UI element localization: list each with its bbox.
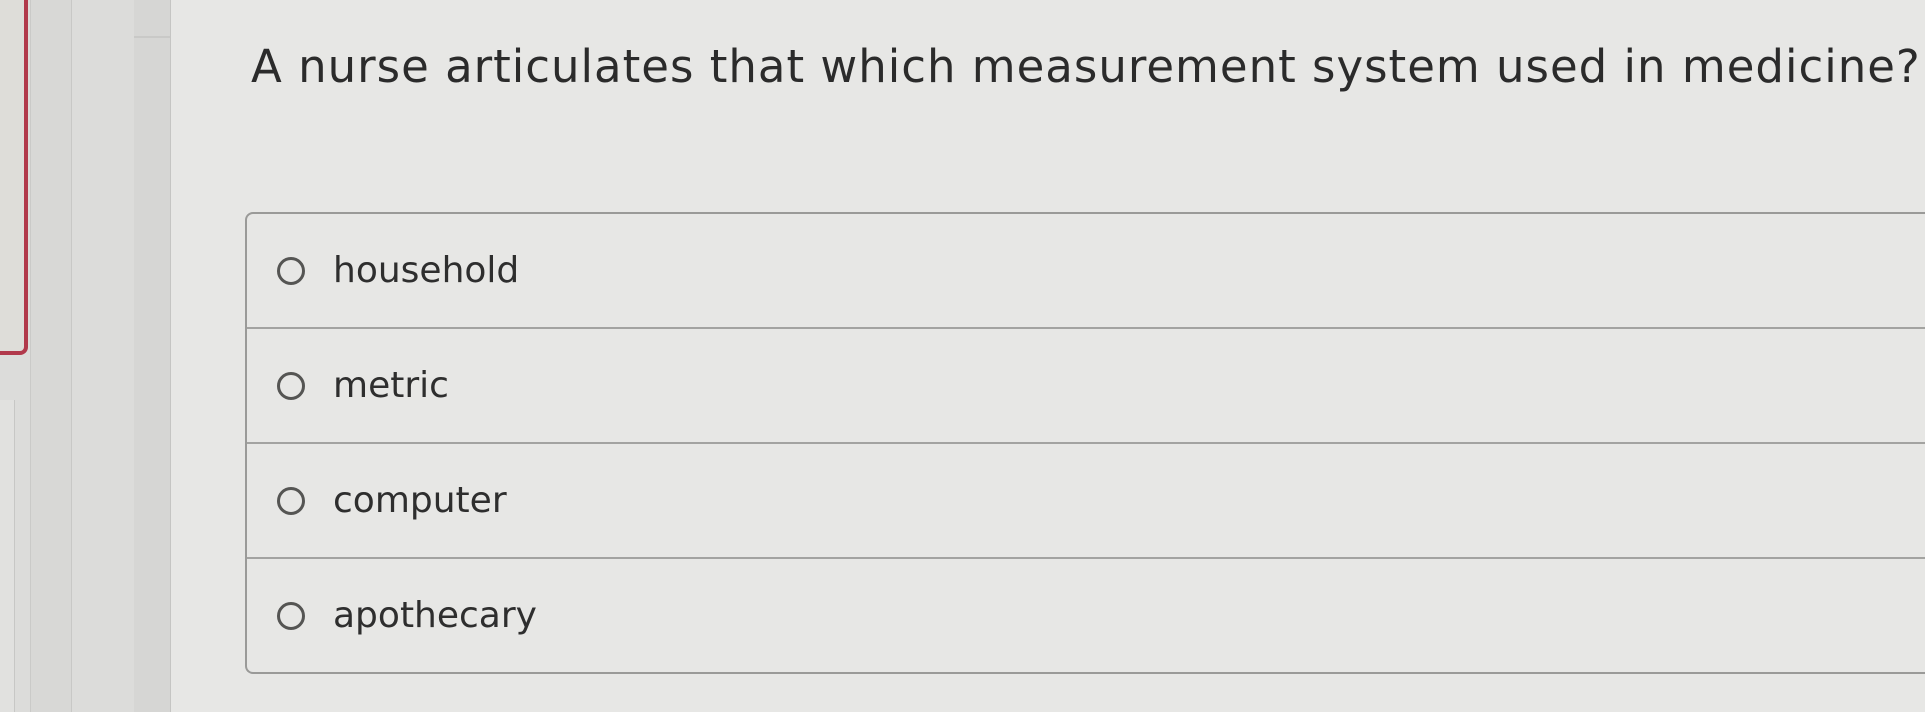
option-label: household: [333, 250, 520, 291]
option-computer[interactable]: computer: [247, 444, 1925, 559]
left-top-rule: [134, 36, 170, 38]
question-text: A nurse articulates that which measureme…: [251, 40, 1921, 93]
option-label: apothecary: [333, 595, 537, 636]
radio-button[interactable]: [277, 371, 305, 400]
option-metric[interactable]: metric: [247, 329, 1925, 444]
left-gutter: [72, 0, 134, 712]
left-panel-tab[interactable]: [0, 0, 28, 355]
option-label: metric: [333, 365, 449, 406]
answer-options: household metric computer apothecary: [245, 212, 1925, 674]
question-panel: A nurse articulates that which measureme…: [171, 0, 1925, 712]
radio-button[interactable]: [277, 256, 305, 285]
left-inner-gutter: [134, 0, 171, 712]
left-divider-column: [30, 0, 72, 712]
option-household[interactable]: household: [247, 214, 1925, 329]
option-apothecary[interactable]: apothecary: [247, 559, 1925, 672]
left-lower-panel: [0, 400, 15, 712]
option-label: computer: [333, 480, 507, 521]
radio-button[interactable]: [277, 601, 305, 630]
radio-button[interactable]: [277, 486, 305, 515]
